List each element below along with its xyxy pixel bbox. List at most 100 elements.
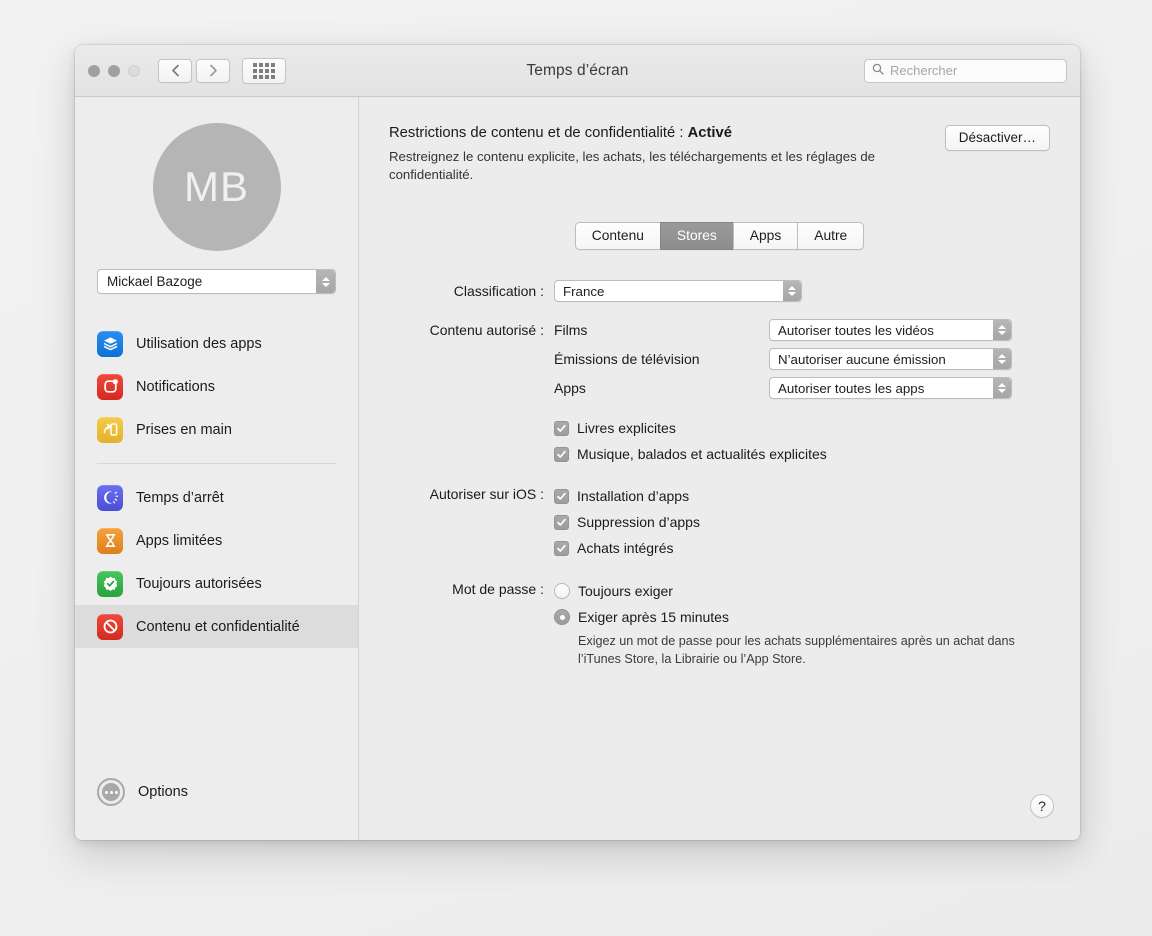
show-all-preferences-button[interactable] [242, 57, 286, 84]
window-content: MB Mickael Bazoge Utilisation des apps N… [75, 97, 1080, 840]
row-label: Apps [554, 380, 586, 397]
tv-shows-popup[interactable]: N’autoriser aucune émission [769, 348, 1012, 371]
apps-value: Autoriser toutes les apps [778, 380, 925, 396]
traffic-lights [88, 64, 140, 77]
classification-popup[interactable]: France [554, 280, 802, 303]
radio-unselected-icon [554, 583, 570, 600]
system-preferences-window: Temps d’écran MB Mickael Bazoge [75, 45, 1080, 840]
search-input[interactable] [890, 63, 1059, 78]
sidebar-item-label: Contenu et confidentialité [136, 618, 300, 635]
search-icon [872, 62, 884, 80]
allow-on-ios-label: Autoriser sur iOS : [429, 486, 544, 503]
search-field[interactable] [864, 58, 1067, 83]
tab-apps[interactable]: Apps [732, 222, 798, 251]
notification-badge-icon [97, 373, 123, 400]
allowed-content-field: Films Autoriser toutes les vidéos Émissi… [554, 319, 1050, 467]
layers-icon [97, 330, 123, 357]
user-select-value: Mickael Bazoge [107, 274, 203, 289]
chevron-updown-icon [316, 270, 335, 293]
disable-button[interactable]: Désactiver… [944, 125, 1050, 151]
checkbox-label: Livres explicites [577, 420, 676, 437]
allowed-content-grid: Films Autoriser toutes les vidéos Émissi… [554, 319, 1050, 400]
radio-selected-icon [554, 609, 570, 626]
minimize-button[interactable] [108, 64, 120, 77]
prohibition-icon [97, 613, 123, 640]
back-button[interactable] [158, 58, 192, 83]
checkbox-suppression-apps[interactable]: Suppression d’apps [554, 509, 1050, 535]
grid-icon [253, 62, 275, 79]
classification-label: Classification : [453, 283, 544, 300]
allowed-content-label: Contenu autorisé : [429, 322, 544, 339]
back-icon [171, 64, 180, 77]
check-badge-icon [97, 570, 123, 597]
checkbox-livres-explicites[interactable]: Livres explicites [554, 415, 1050, 441]
chevron-updown-icon [993, 349, 1011, 370]
allowed-content-row-tv: Émissions de télévision N’autoriser aucu… [554, 348, 1050, 371]
sidebar: MB Mickael Bazoge Utilisation des apps N… [75, 97, 359, 840]
apps-popup[interactable]: Autoriser toutes les apps [769, 377, 1012, 400]
sidebar-item-options[interactable]: Options [75, 778, 358, 840]
radio-exiger-apres-15-minutes[interactable]: Exiger après 15 minutes [554, 604, 1050, 630]
allow-on-ios-row: Autoriser sur iOS : Installation d’apps [389, 483, 1050, 561]
window-titlebar: Temps d’écran [75, 45, 1080, 97]
sidebar-item-prises-en-main[interactable]: Prises en main [75, 408, 358, 451]
tv-shows-value: N’autoriser aucune émission [778, 351, 946, 367]
explicit-checkbox-group: Livres explicites Musique, balados et ac… [554, 415, 1050, 467]
avatar: MB [152, 123, 281, 251]
radio-label: Exiger après 15 minutes [578, 609, 729, 626]
sidebar-item-utilisation-des-apps[interactable]: Utilisation des apps [75, 322, 358, 365]
downtime-moon-icon [97, 484, 123, 511]
user-select-popup[interactable]: Mickael Bazoge [97, 269, 336, 294]
checkbox-label: Musique, balados et actualités explicite… [577, 446, 827, 463]
films-value: Autoriser toutes les vidéos [778, 322, 934, 338]
tab-contenu[interactable]: Contenu [574, 222, 660, 251]
sidebar-item-toujours-autorisees[interactable]: Toujours autorisées [75, 562, 358, 605]
sidebar-item-label: Apps limitées [136, 532, 223, 549]
help-button[interactable]: ? [1030, 794, 1054, 818]
close-button[interactable] [88, 64, 100, 77]
radio-toujours-exiger[interactable]: Toujours exiger [554, 578, 1050, 604]
allowed-content-row: Contenu autorisé : Films Autoriser toute… [389, 319, 1050, 467]
header-text: Restrictions de contenu et de confidenti… [389, 125, 945, 184]
radio-label: Toujours exiger [578, 583, 673, 600]
checkbox-installation-apps[interactable]: Installation d’apps [554, 483, 1050, 509]
main-pane: Restrictions de contenu et de confidenti… [359, 97, 1080, 840]
classification-value: France [563, 283, 605, 299]
password-help-text: Exigez un mot de passe pour les achats s… [578, 634, 1015, 667]
ellipsis-circle-icon [97, 778, 125, 806]
checkbox-checked-icon [554, 488, 569, 504]
page-description: Restreignez le contenu explicite, les ac… [389, 149, 876, 183]
checkbox-checked-icon [554, 446, 569, 462]
row-label: Films [554, 322, 588, 339]
sidebar-item-contenu-et-confidentialite[interactable]: Contenu et confidentialité [75, 605, 358, 648]
zoom-button[interactable] [128, 64, 140, 77]
checkbox-checked-icon [554, 514, 569, 530]
sidebar-nav-group-2: Temps d’arrêt Apps limitées Toujours aut… [75, 476, 358, 648]
hourglass-icon [97, 527, 123, 554]
checkbox-label: Installation d’apps [577, 488, 690, 505]
films-popup[interactable]: Autoriser toutes les vidéos [769, 319, 1012, 342]
tab-autre[interactable]: Autre [797, 222, 865, 251]
page-title-prefix: Restrictions de contenu et de confidenti… [389, 125, 688, 141]
checkbox-achats-integres[interactable]: Achats intégrés [554, 535, 1050, 561]
checkbox-musique-explicite[interactable]: Musique, balados et actualités explicite… [554, 441, 1050, 467]
sidebar-item-label: Temps d’arrêt [136, 489, 224, 506]
sidebar-item-apps-limitees[interactable]: Apps limitées [75, 519, 358, 562]
password-label: Mot de passe : [452, 581, 544, 598]
tab-stores[interactable]: Stores [659, 222, 733, 251]
sidebar-item-temps-d-arret[interactable]: Temps d’arrêt [75, 476, 358, 519]
password-field: Toujours exiger Exiger après 15 minutes … [554, 578, 1050, 668]
checkbox-checked-icon [554, 420, 569, 436]
avatar-container: MB [75, 123, 358, 251]
settings-form: Classification : France Contenu autorisé… [389, 280, 1050, 668]
forward-button[interactable] [196, 58, 230, 83]
password-row: Mot de passe : Toujours exiger Exiger ap… [389, 578, 1050, 668]
header-row: Restrictions de contenu et de confidenti… [389, 125, 1050, 184]
allow-on-ios-field: Installation d’apps Suppression d’apps A… [554, 483, 1050, 561]
sidebar-item-notifications[interactable]: Notifications [75, 365, 358, 408]
sidebar-item-label: Toujours autorisées [136, 575, 262, 592]
pickup-arrow-icon [97, 416, 123, 443]
sidebar-item-label: Notifications [136, 378, 215, 395]
sidebar-nav-group-1: Utilisation des apps Notifications Prise… [75, 322, 358, 451]
